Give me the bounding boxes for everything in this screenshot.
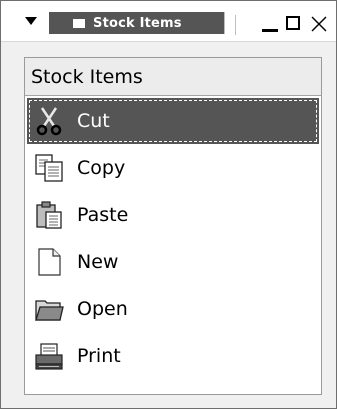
close-icon	[311, 16, 327, 32]
window-menu-icon	[25, 17, 37, 25]
window-title: Stock Items	[93, 15, 182, 31]
maximize-icon	[286, 16, 300, 30]
title-bar[interactable]: Stock Items	[1, 1, 336, 42]
list-item-paste[interactable]: Paste	[27, 192, 319, 238]
list-item-copy[interactable]: Copy	[27, 145, 319, 191]
stock-items-list[interactable]: Stock Items Cut Copy Paste New Open Prin…	[24, 57, 322, 395]
close-button[interactable]	[308, 13, 330, 35]
list-item-cut[interactable]: Cut	[27, 98, 319, 144]
new-document-icon	[33, 246, 65, 278]
list-item-open[interactable]: Open	[27, 286, 319, 332]
list-item-label: New	[77, 251, 119, 273]
title-separator	[235, 15, 236, 35]
column-header-label: Stock Items	[31, 65, 143, 88]
list-item-label: Copy	[77, 157, 126, 179]
printer-icon	[33, 340, 65, 372]
window-icon	[73, 19, 85, 28]
copy-icon	[33, 152, 65, 184]
minimize-icon	[262, 29, 278, 32]
minimize-button[interactable]	[259, 13, 281, 35]
scissors-icon	[33, 105, 65, 137]
folder-icon	[33, 293, 65, 325]
list-item-print[interactable]: Print	[27, 333, 319, 379]
list-item-label: Open	[77, 298, 128, 320]
list-item-label: Print	[77, 345, 121, 367]
list-item-label: Cut	[77, 110, 110, 132]
list-item-label: Paste	[77, 204, 129, 226]
maximize-button[interactable]	[283, 13, 305, 35]
app-window: Stock Items Stock Items Cut Copy Paste N…	[0, 0, 337, 409]
column-header[interactable]: Stock Items	[25, 58, 321, 96]
list-item-new[interactable]: New	[27, 239, 319, 285]
window-title-tab[interactable]: Stock Items	[49, 12, 225, 34]
paste-icon	[33, 199, 65, 231]
